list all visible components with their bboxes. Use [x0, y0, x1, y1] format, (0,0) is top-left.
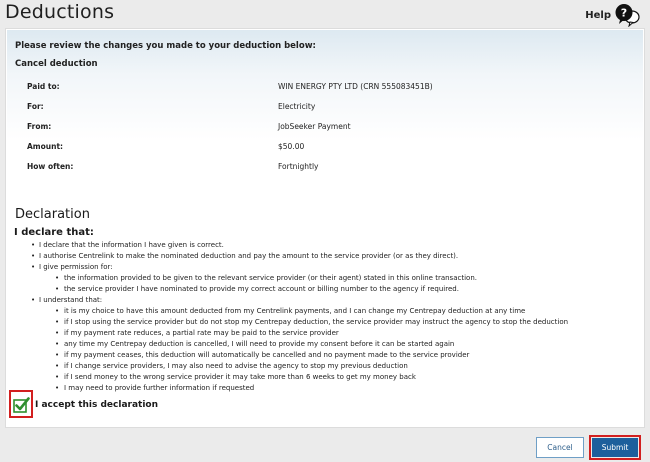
page-title: Deductions — [5, 1, 115, 23]
svg-text:?: ? — [621, 7, 627, 20]
detail-label: Paid to: — [27, 82, 60, 91]
detail-label: For: — [27, 102, 44, 111]
list-item: I give permission for: the information p… — [31, 262, 641, 295]
accept-declaration-label[interactable]: I accept this declaration — [35, 400, 158, 410]
list-item: if I stop using the service provider but… — [55, 317, 641, 328]
detail-value: Fortnightly — [278, 162, 319, 171]
deduction-card: Please review the changes you made to yo… — [5, 28, 645, 428]
list-item-text: I understand that: — [39, 296, 103, 304]
checkbox-checked-icon — [13, 397, 30, 413]
list-item: any time my Centrepay deduction is cance… — [55, 339, 641, 350]
detail-value: $50.00 — [278, 142, 305, 151]
detail-value: JobSeeker Payment — [278, 122, 351, 131]
help-question-bubble-icon: ? — [615, 4, 640, 27]
list-item-text: I give permission for: — [39, 263, 113, 271]
permission-list: the information provided to be given to … — [39, 273, 641, 295]
cancel-button[interactable]: Cancel — [536, 437, 584, 458]
help-label: Help — [585, 9, 611, 21]
detail-label: How often: — [27, 162, 74, 171]
list-item: I declare that the information I have gi… — [31, 240, 641, 251]
list-item: it is my choice to have this amount dedu… — [55, 306, 641, 317]
list-item: the service provider I have nominated to… — [55, 284, 641, 295]
accept-declaration-checkbox[interactable] — [9, 390, 33, 418]
submit-button[interactable]: Submit — [592, 438, 638, 457]
detail-label: Amount: — [27, 142, 64, 151]
review-subheading: Cancel deduction — [15, 59, 98, 69]
declaration-subtitle: I declare that: — [14, 227, 94, 238]
detail-value: Electricity — [278, 102, 316, 111]
list-item: I authorise Centrelink to make the nomin… — [31, 251, 641, 262]
list-item: if my payment rate reduces, a partial ra… — [55, 328, 641, 339]
help-link[interactable]: Help ? — [585, 3, 640, 27]
understand-list: it is my choice to have this amount dedu… — [39, 306, 641, 394]
review-panel: Please review the changes you made to yo… — [7, 30, 643, 217]
declaration-list: I declare that the information I have gi… — [31, 240, 641, 394]
declaration-title: Declaration — [15, 207, 90, 222]
detail-label: From: — [27, 122, 52, 131]
list-item: if my payment ceases, this deduction wil… — [55, 350, 641, 361]
detail-value: WIN ENERGY PTY LTD (CRN 555083451B) — [278, 82, 433, 91]
submit-highlight: Submit — [589, 435, 641, 460]
review-heading: Please review the changes you made to yo… — [15, 41, 316, 51]
list-item: the information provided to be given to … — [55, 273, 641, 284]
list-item: I may need to provide further informatio… — [55, 383, 641, 394]
list-item: if I send money to the wrong service pro… — [55, 372, 641, 383]
list-item: if I change service providers, I may als… — [55, 361, 641, 372]
list-item: I understand that: it is my choice to ha… — [31, 295, 641, 394]
